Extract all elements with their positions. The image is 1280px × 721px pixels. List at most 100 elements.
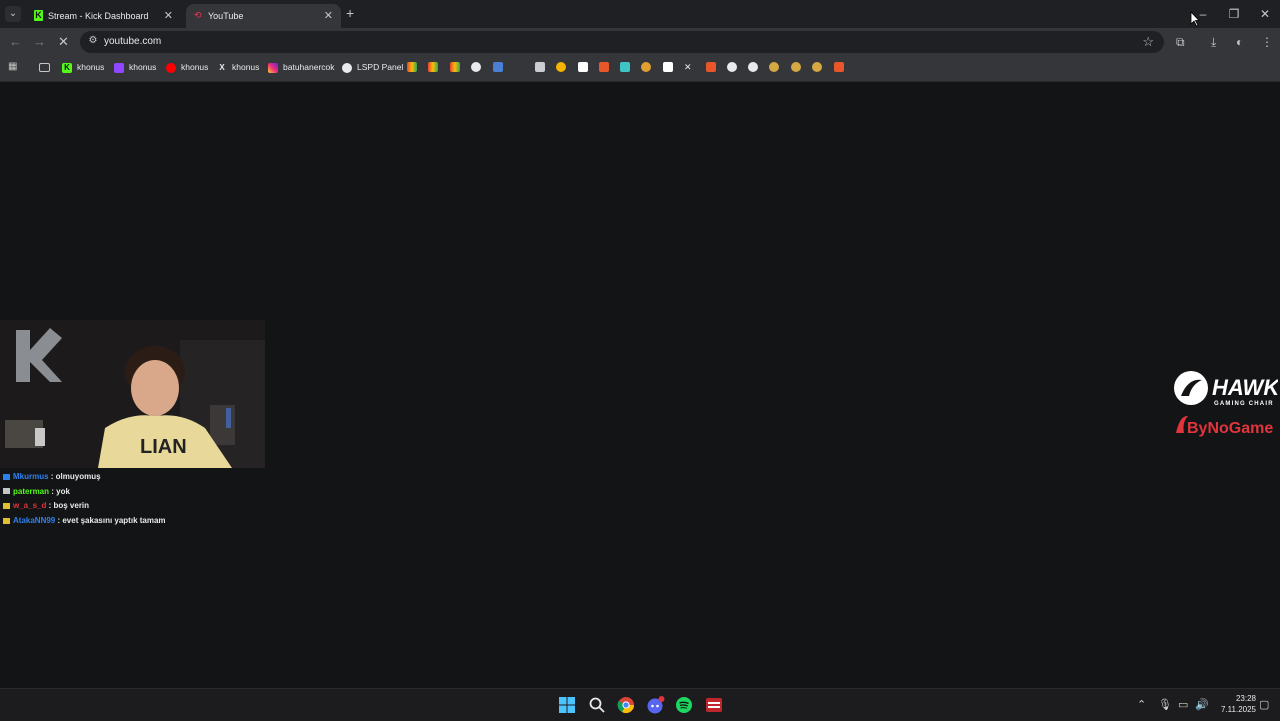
stop-loading-icon[interactable]: ✕ — [58, 34, 69, 50]
bookmark-twitch[interactable]: khonus — [114, 56, 156, 78]
tab-strip: ⌄ K Stream - Kick Dashboard ✕ ⟲ YouTube … — [0, 0, 1280, 28]
sponsor-overlay: HAWK GAMING CHAIR ByNoGame — [1172, 370, 1280, 440]
fire-bookmark-icon[interactable] — [706, 62, 716, 72]
gmail-bookmark-icon[interactable] — [407, 62, 417, 72]
x-icon: X — [219, 62, 225, 72]
chat-badge-icon — [3, 488, 10, 495]
profile-avatar[interactable]: ◐ — [1236, 34, 1243, 50]
browser-toolbar: ← → ✕ ⚙ youtube.com ☆ ⧉ ⤓ ◐ ⋮ — [0, 28, 1280, 56]
chat-badge-icon — [3, 517, 10, 524]
lspd-icon — [342, 62, 352, 73]
network-icon[interactable]: ▭ — [1178, 697, 1188, 713]
twitch-icon — [114, 62, 124, 73]
hawk-logo: HAWK GAMING CHAIR ByNoGame — [1174, 371, 1280, 437]
menu-icon[interactable]: ⋮ — [1261, 34, 1273, 50]
svg-text:LIAN: LIAN — [140, 436, 187, 458]
mouse-cursor-icon — [1190, 11, 1200, 27]
tab-youtube[interactable]: ⟲ YouTube ✕ — [186, 4, 341, 28]
spotify-icon[interactable] — [675, 696, 693, 714]
gmail-bookmark-icon[interactable] — [428, 62, 438, 72]
kick-favicon-icon: K — [34, 10, 43, 21]
chat-text: evet şakasını yaptık tamam — [62, 515, 166, 525]
svg-text:GAMING CHAIR: GAMING CHAIR — [1214, 401, 1274, 407]
extensions-icon[interactable]: ⧉ — [1176, 34, 1185, 50]
tab-kick-dashboard[interactable]: K Stream - Kick Dashboard ✕ — [26, 4, 181, 28]
coin-bookmark-icon[interactable] — [791, 62, 801, 72]
coin-bookmark-icon[interactable] — [812, 62, 822, 72]
chat-username: w_a_s_d — [13, 501, 47, 511]
close-tab-icon[interactable]: ✕ — [324, 4, 333, 28]
youtube-favicon-icon: ⟲ — [194, 10, 202, 20]
sheet-bookmark-icon[interactable] — [535, 62, 545, 72]
bookmark-instagram[interactable]: batuhanercok — [268, 56, 335, 78]
arrow-bookmark-icon[interactable]: ✕ — [684, 62, 694, 72]
kick-icon: K — [62, 62, 72, 73]
webcam-feed: LIAN — [0, 320, 265, 468]
bookmark-star-icon[interactable]: ☆ — [1142, 34, 1154, 50]
bookmark-lspd-panel[interactable]: LSPD Panel — [342, 56, 403, 78]
notification-icon[interactable]: ▢ — [1259, 697, 1269, 713]
tab-search-button[interactable]: ⌄ — [5, 6, 21, 22]
clock-date: 7.11.2025 — [1221, 705, 1256, 714]
search-icon[interactable] — [588, 696, 606, 714]
chat-message: paterman : yok — [3, 485, 303, 500]
cloud-bookmark-icon[interactable] — [620, 62, 630, 72]
forward-icon[interactable]: → — [33, 34, 46, 50]
gmail-bookmark-icon[interactable] — [450, 62, 460, 72]
downloads-icon[interactable]: ⤓ — [1211, 34, 1216, 50]
stream-chat: Mkurmus : olmuyomuş paterman : yok w_a_s… — [3, 470, 303, 528]
circle-bookmark-icon[interactable] — [748, 62, 758, 72]
svg-text:ByNoGame: ByNoGame — [1187, 420, 1273, 437]
bookmark-kick[interactable]: Kkhonus — [62, 56, 104, 78]
taskbar-clock[interactable]: 23:28 7.11.2025 — [1212, 693, 1256, 715]
windows-start-icon[interactable] — [558, 696, 576, 714]
new-tab-button[interactable]: + — [346, 6, 354, 20]
volume-icon[interactable]: 🔊 — [1195, 697, 1209, 713]
notion-bookmark-icon[interactable] — [663, 62, 673, 72]
chat-text: yok — [56, 486, 70, 496]
bookmarks-bar: ▦ Kkhonus khonus khonus Xkhonus batuhane… — [0, 56, 1280, 82]
taskbar: ⌃ 🎙 ▭ 🔊 23:28 7.11.2025 ▢ — [0, 688, 1280, 721]
coin-bookmark-icon[interactable] — [769, 62, 779, 72]
chart-bookmark-icon[interactable] — [641, 62, 651, 72]
fire-bookmark-icon[interactable] — [599, 62, 609, 72]
tab-title: YouTube — [208, 11, 244, 21]
chat-badge-icon — [3, 503, 10, 510]
close-tab-icon[interactable]: ✕ — [164, 4, 173, 28]
stream-app-icon[interactable] — [705, 696, 723, 714]
youtube-icon — [166, 62, 176, 73]
fire-bookmark-icon[interactable] — [834, 62, 844, 72]
apps-grid-icon[interactable]: ▦ — [8, 62, 18, 72]
discord-icon[interactable] — [646, 696, 665, 714]
url-text[interactable]: youtube.com — [104, 31, 161, 53]
chat-message: Mkurmus : olmuyomuş — [3, 470, 303, 485]
webcam-image: LIAN — [0, 320, 265, 468]
bookmark-youtube[interactable]: khonus — [166, 56, 208, 78]
show-hidden-icons-icon[interactable]: ⌃ — [1137, 697, 1146, 713]
chat-username: paterman — [13, 486, 50, 496]
close-window-button[interactable]: ✕ — [1250, 0, 1280, 28]
clock-time: 23:28 — [1235, 694, 1256, 703]
restore-button[interactable]: ❐ — [1219, 0, 1249, 28]
bookmark-x[interactable]: Xkhonus — [217, 56, 259, 78]
chat-message: w_a_s_d : boş verin — [3, 499, 303, 514]
chat-badge-icon — [3, 473, 10, 480]
microphone-icon[interactable]: 🎙 — [1158, 697, 1172, 713]
shield-bookmark-icon[interactable] — [471, 62, 481, 72]
svg-text:HAWK: HAWK — [1212, 375, 1278, 400]
site-info-icon[interactable]: ⚙ — [87, 35, 99, 47]
chat-username: Mkurmus — [13, 472, 49, 481]
chrome-icon[interactable] — [617, 696, 635, 714]
address-bar[interactable]: ⚙ youtube.com ☆ — [80, 31, 1164, 53]
chat-text: boş verin — [53, 501, 90, 511]
circle-bookmark-icon[interactable] — [727, 62, 737, 72]
letter-bookmark-icon[interactable] — [578, 62, 588, 72]
back-icon[interactable]: ← — [9, 34, 22, 50]
folder-icon[interactable] — [39, 63, 50, 72]
chat-text: olmuyomuş — [55, 472, 101, 481]
game-bookmark-icon[interactable] — [556, 62, 566, 72]
tab-title: Stream - Kick Dashboard — [48, 11, 149, 21]
badge-bookmark-icon[interactable] — [493, 62, 503, 72]
instagram-icon — [268, 62, 278, 73]
chat-message: AtakaNN99 : evet şakasını yaptık tamam — [3, 514, 303, 529]
